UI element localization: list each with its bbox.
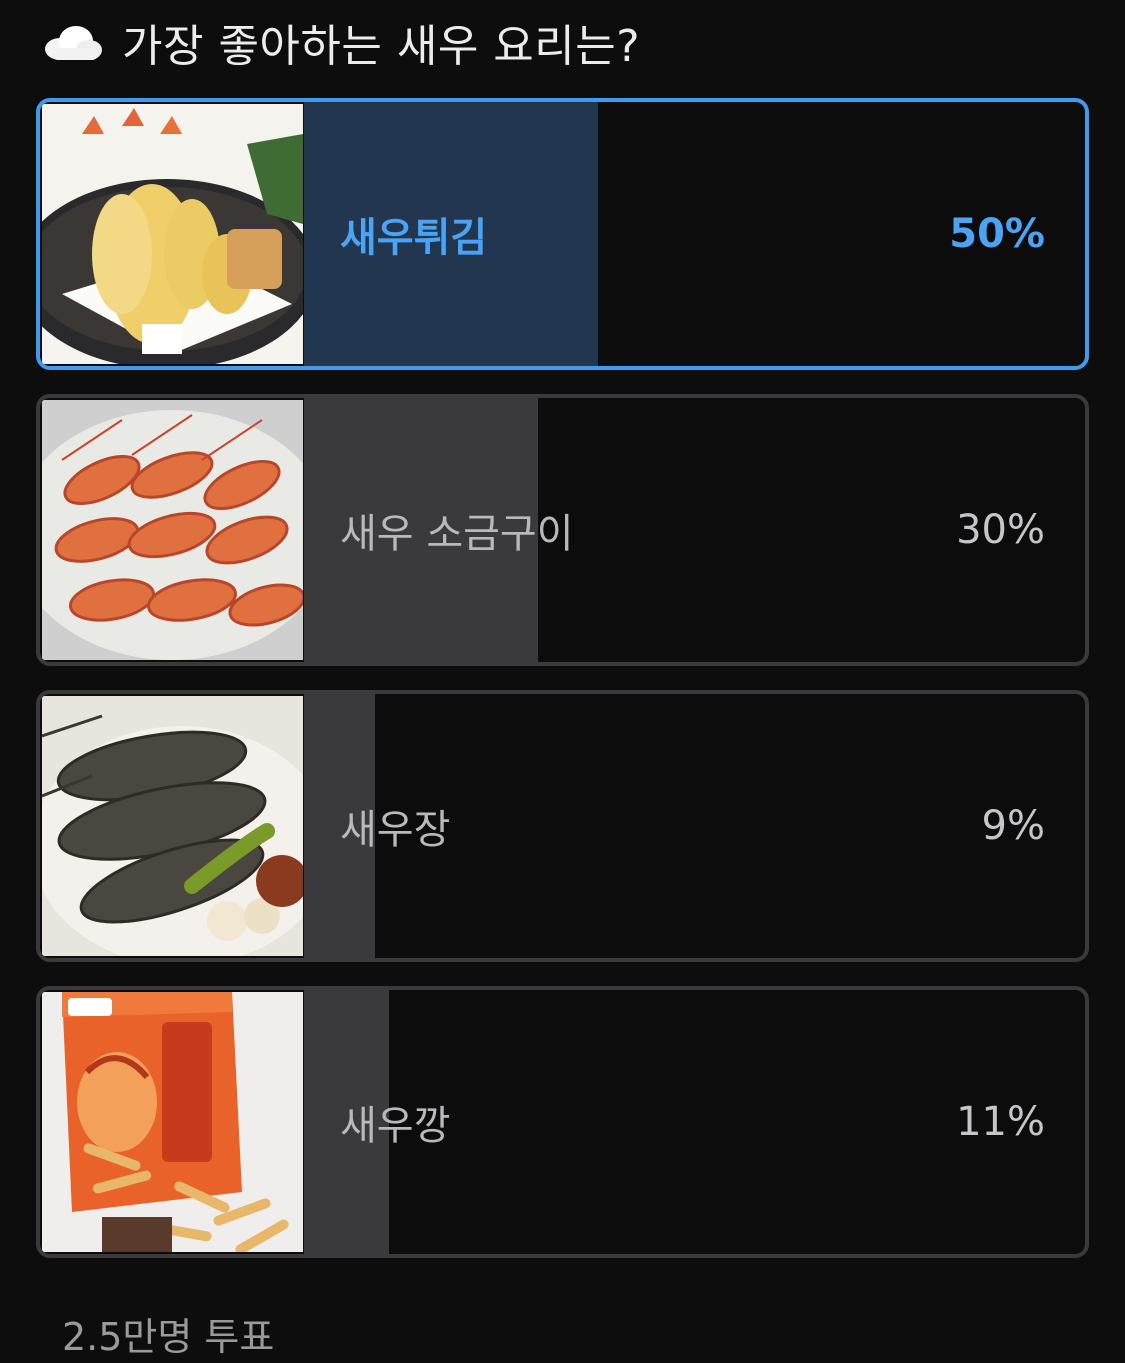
cloud-icon	[45, 26, 102, 60]
shrimp-tempura-image	[42, 104, 303, 364]
salt-grilled-shrimp-image	[42, 400, 303, 660]
option-percent: 9%	[981, 803, 1045, 849]
vote-count: 2.5만명 투표	[62, 1315, 275, 1359]
option-percent: 30%	[956, 507, 1045, 553]
option-label: 새우장	[340, 807, 451, 853]
option-percent: 11%	[956, 1099, 1045, 1145]
poll-option-soy-marinated-shrimp[interactable]: 새우장 9%	[36, 690, 1089, 962]
shrimp-cracker-snack-image	[42, 992, 303, 1252]
option-label: 새우 소금구이	[340, 511, 574, 557]
poll-title: 가장 좋아하는 새우 요리는?	[122, 21, 641, 72]
option-label: 새우튀김	[340, 215, 488, 261]
poll-header: 가장 좋아하는 새우 요리는?	[40, 10, 640, 74]
soy-marinated-shrimp-image	[42, 696, 303, 956]
option-label: 새우깡	[340, 1103, 451, 1149]
poll-options: 새우튀김 50% 새우 소금구이 30% 새우장 9% 새우깡 11%	[36, 98, 1089, 1282]
poll-option-shrimp-tempura[interactable]: 새우튀김 50%	[36, 98, 1089, 370]
option-percent: 50%	[949, 211, 1045, 257]
poll-option-shrimp-crackers[interactable]: 새우깡 11%	[36, 986, 1089, 1258]
poll-option-salt-grilled-shrimp[interactable]: 새우 소금구이 30%	[36, 394, 1089, 666]
